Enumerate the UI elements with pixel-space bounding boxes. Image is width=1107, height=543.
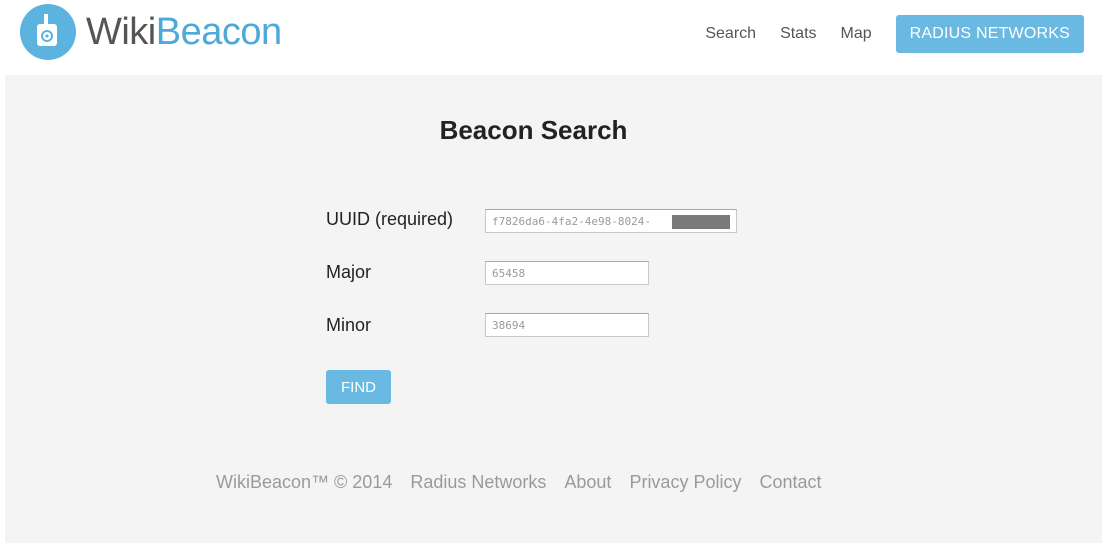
footer-about-link[interactable]: About (564, 472, 611, 493)
find-button[interactable]: FIND (326, 370, 391, 404)
minor-label: Minor (326, 315, 372, 335)
logo-link[interactable]: WikiBeacon (20, 4, 282, 60)
uuid-label: UUID (required) (326, 209, 454, 229)
logo-text: WikiBeacon (86, 4, 282, 60)
footer-contact-link[interactable]: Contact (759, 472, 821, 493)
beacon-device-icon (20, 4, 76, 60)
logo-text-wiki: Wiki (86, 11, 156, 53)
page-title: Beacon Search (439, 115, 628, 145)
nav-search-link[interactable]: Search (705, 15, 756, 53)
radius-networks-button[interactable]: RADIUS NETWORKS (895, 15, 1084, 53)
footer-radius-link[interactable]: Radius Networks (410, 472, 546, 493)
nav-stats-link[interactable]: Stats (780, 15, 816, 53)
search-panel: Beacon Search UUID (required) Major Mino… (5, 75, 1102, 543)
minor-input[interactable] (485, 313, 649, 337)
footer-copyright: WikiBeacon™ © 2014 (216, 472, 393, 492)
major-input[interactable] (485, 261, 649, 285)
major-label: Major (326, 262, 372, 282)
top-nav: Search Stats Map RADIUS NETWORKS (681, 15, 1084, 53)
uuid-redaction-bar (672, 215, 730, 229)
footer-privacy-link[interactable]: Privacy Policy (629, 472, 741, 493)
footer: WikiBeacon™ © 2014 Radius Networks About… (216, 472, 840, 493)
site-header: WikiBeacon Search Stats Map RADIUS NETWO… (0, 0, 1107, 75)
nav-map-link[interactable]: Map (841, 15, 872, 53)
logo-text-beacon: Beacon (155, 11, 282, 53)
